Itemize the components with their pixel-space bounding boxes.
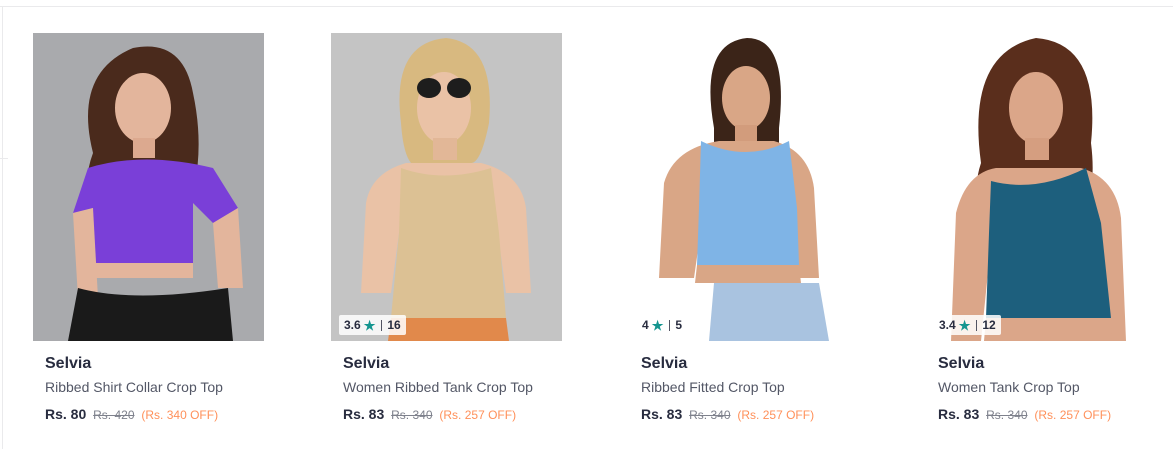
rating-count: 12 [982, 318, 996, 332]
product-name: Ribbed Shirt Collar Crop Top [45, 379, 223, 395]
product-price: Rs. 83 [343, 406, 385, 422]
star-icon: ★ [363, 317, 376, 333]
product-name: Ribbed Fitted Crop Top [641, 379, 785, 395]
product-mrp: Rs. 420 [93, 408, 135, 422]
product-name: Women Ribbed Tank Crop Top [343, 379, 533, 395]
product-photo [331, 33, 562, 341]
product-brand: Selvia [938, 355, 985, 372]
star-icon: ★ [651, 317, 664, 333]
product-card[interactable]: 3.4 ★ 12 Selvia Women Tank Crop Top Rs. … [926, 33, 1158, 433]
product-image[interactable]: 3.6 ★ 16 [331, 33, 562, 341]
product-price-row: Rs. 83 Rs. 340 (Rs. 257 OFF) [938, 405, 1158, 424]
rating-count: 16 [387, 318, 401, 332]
product-brand: Selvia [45, 355, 92, 372]
rating-count: 5 [675, 318, 683, 332]
rating-separator [669, 319, 671, 331]
product-image[interactable] [33, 33, 264, 341]
product-photo [629, 33, 860, 341]
product-price-row: Rs. 83 Rs. 340 (Rs. 257 OFF) [641, 405, 861, 424]
page-frame-divider [0, 158, 8, 159]
product-card[interactable]: 3.6 ★ 16 Selvia Women Ribbed Tank Crop T… [331, 33, 563, 433]
product-discount: (Rs. 257 OFF) [439, 408, 517, 422]
product-brand: Selvia [641, 355, 688, 372]
product-brand: Selvia [343, 355, 390, 372]
product-image[interactable]: 4 ★ 5 [629, 33, 860, 341]
product-mrp: Rs. 340 [391, 408, 433, 422]
rating-value: 4 [642, 318, 649, 332]
product-discount: (Rs. 340 OFF) [141, 408, 219, 422]
product-price: Rs. 83 [641, 406, 683, 422]
product-discount: (Rs. 257 OFF) [1034, 408, 1112, 422]
product-mrp: Rs. 340 [689, 408, 731, 422]
product-card[interactable]: 4 ★ 5 Selvia Ribbed Fitted Crop Top Rs. … [629, 33, 861, 433]
rating-badge: 3.6 ★ 16 [339, 315, 406, 335]
product-mrp: Rs. 340 [986, 408, 1028, 422]
product-image[interactable]: 3.4 ★ 12 [926, 33, 1157, 341]
star-icon: ★ [958, 317, 971, 333]
rating-badge: 4 ★ 5 [637, 315, 688, 335]
page-frame-top-border [0, 6, 1173, 7]
product-price: Rs. 83 [938, 406, 980, 422]
product-photo [926, 33, 1157, 341]
product-price: Rs. 80 [45, 406, 87, 422]
page-frame-left-border [2, 6, 3, 449]
product-price-row: Rs. 80 Rs. 420 (Rs. 340 OFF) [45, 405, 265, 424]
product-discount: (Rs. 257 OFF) [737, 408, 815, 422]
rating-value: 3.4 [939, 318, 956, 332]
product-price-row: Rs. 83 Rs. 340 (Rs. 257 OFF) [343, 405, 563, 424]
product-photo [33, 33, 264, 341]
rating-separator [976, 319, 978, 331]
product-card[interactable]: Selvia Ribbed Shirt Collar Crop Top Rs. … [33, 33, 265, 433]
product-name: Women Tank Crop Top [938, 379, 1080, 395]
rating-badge: 3.4 ★ 12 [934, 315, 1001, 335]
rating-value: 3.6 [344, 318, 361, 332]
rating-separator [381, 319, 383, 331]
